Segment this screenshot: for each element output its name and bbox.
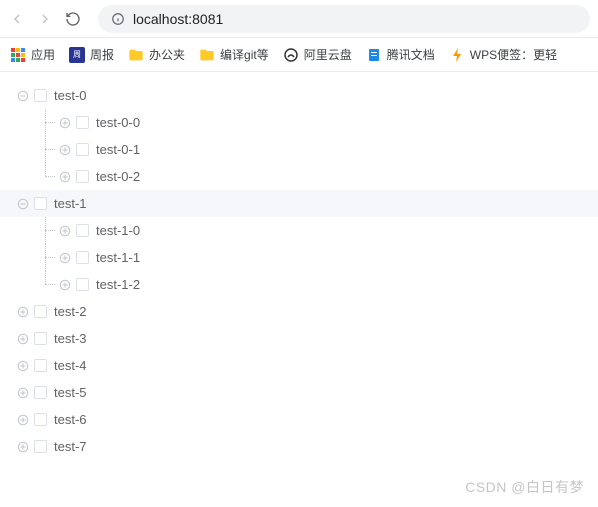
tree-children: test-0-0 test-0-1 test-0-2 bbox=[16, 109, 598, 190]
tree-line-icon bbox=[34, 109, 58, 136]
node-label[interactable]: test-4 bbox=[54, 358, 87, 373]
expand-icon[interactable] bbox=[16, 413, 30, 427]
node-label[interactable]: test-0-0 bbox=[96, 115, 140, 130]
tree-line-icon bbox=[34, 244, 58, 271]
checkbox[interactable] bbox=[76, 143, 89, 156]
arrow-right-icon bbox=[37, 11, 53, 27]
expand-icon[interactable] bbox=[58, 224, 72, 238]
folder-icon bbox=[128, 47, 144, 63]
expand-icon[interactable] bbox=[58, 143, 72, 157]
node-label[interactable]: test-0-1 bbox=[96, 142, 140, 157]
watermark: CSDN @白日有梦 bbox=[465, 477, 584, 497]
back-button[interactable] bbox=[8, 10, 26, 28]
node-label[interactable]: test-5 bbox=[54, 385, 87, 400]
checkbox[interactable] bbox=[34, 197, 47, 210]
bookmark-item[interactable]: 编译git等 bbox=[199, 46, 269, 63]
node-label[interactable]: test-2 bbox=[54, 304, 87, 319]
reload-button[interactable] bbox=[64, 10, 82, 28]
lightning-icon bbox=[449, 47, 465, 63]
tree-line-icon bbox=[34, 136, 58, 163]
checkbox[interactable] bbox=[34, 89, 47, 102]
url-bar[interactable]: localhost:8081 bbox=[98, 5, 590, 33]
folder-icon bbox=[199, 47, 215, 63]
site-icon: 周 bbox=[69, 47, 85, 63]
checkbox[interactable] bbox=[34, 386, 47, 399]
bookmark-label: 编译git等 bbox=[220, 46, 269, 63]
node-label[interactable]: test-1-2 bbox=[96, 277, 140, 292]
checkbox[interactable] bbox=[34, 305, 47, 318]
checkbox[interactable] bbox=[34, 413, 47, 426]
tree-line-icon bbox=[34, 217, 58, 244]
expand-icon[interactable] bbox=[16, 332, 30, 346]
node-label[interactable]: test-1-0 bbox=[96, 223, 140, 238]
site-info-icon[interactable] bbox=[110, 11, 125, 26]
tree-node[interactable]: test-7 bbox=[16, 433, 598, 460]
checkbox[interactable] bbox=[76, 116, 89, 129]
tree-node[interactable]: test-1-0 bbox=[34, 217, 598, 244]
expand-icon[interactable] bbox=[16, 305, 30, 319]
tree-node[interactable]: test-5 bbox=[16, 379, 598, 406]
apps-shortcut[interactable]: 应用 bbox=[10, 46, 55, 63]
tree-node[interactable]: test-0-0 bbox=[34, 109, 598, 136]
tree-node[interactable]: test-2 bbox=[16, 298, 598, 325]
node-label[interactable]: test-0 bbox=[54, 88, 87, 103]
bookmark-item[interactable]: 周周报 bbox=[69, 46, 114, 63]
checkbox[interactable] bbox=[34, 440, 47, 453]
tree-view: test-0 test-0-0 test-0-1 test-0-2 test-1 test… bbox=[0, 72, 598, 470]
tree-node[interactable]: test-3 bbox=[16, 325, 598, 352]
tree-line-icon bbox=[34, 163, 58, 190]
tree-node[interactable]: test-1 bbox=[0, 190, 598, 217]
expand-icon[interactable] bbox=[58, 278, 72, 292]
bookmark-item[interactable]: 办公夹 bbox=[128, 46, 185, 63]
site-icon bbox=[366, 47, 382, 63]
bookmark-item[interactable]: 阿里云盘 bbox=[283, 46, 352, 63]
reload-icon bbox=[65, 11, 81, 27]
tree-line-icon bbox=[34, 271, 58, 298]
expand-icon[interactable] bbox=[58, 251, 72, 265]
node-label[interactable]: test-6 bbox=[54, 412, 87, 427]
collapse-icon[interactable] bbox=[16, 89, 30, 103]
bookmark-label: WPS便签：更轻 bbox=[470, 46, 557, 63]
checkbox[interactable] bbox=[76, 251, 89, 264]
expand-icon[interactable] bbox=[58, 170, 72, 184]
forward-button[interactable] bbox=[36, 10, 54, 28]
bookmarks-bar: 应用 周周报 办公夹 编译git等 阿里云盘 腾讯文档 WPS便签：更轻 bbox=[0, 38, 598, 72]
node-label[interactable]: test-7 bbox=[54, 439, 87, 454]
tree-children: test-1-0 test-1-1 test-1-2 bbox=[16, 217, 598, 298]
checkbox[interactable] bbox=[34, 332, 47, 345]
node-label[interactable]: test-1 bbox=[54, 196, 87, 211]
browser-toolbar: localhost:8081 bbox=[0, 0, 598, 38]
checkbox[interactable] bbox=[34, 359, 47, 372]
tree-node[interactable]: test-6 bbox=[16, 406, 598, 433]
checkbox[interactable] bbox=[76, 224, 89, 237]
tree-node[interactable]: test-0 bbox=[16, 82, 598, 109]
apps-label: 应用 bbox=[31, 46, 55, 63]
bookmark-label: 阿里云盘 bbox=[304, 46, 352, 63]
node-label[interactable]: test-0-2 bbox=[96, 169, 140, 184]
bookmark-label: 腾讯文档 bbox=[387, 46, 435, 63]
tree-node[interactable]: test-0-1 bbox=[34, 136, 598, 163]
collapse-icon[interactable] bbox=[16, 197, 30, 211]
expand-icon[interactable] bbox=[16, 386, 30, 400]
checkbox[interactable] bbox=[76, 170, 89, 183]
bookmark-item[interactable]: 腾讯文档 bbox=[366, 46, 435, 63]
tree-node[interactable]: test-0-2 bbox=[34, 163, 598, 190]
tree-node[interactable]: test-1-2 bbox=[34, 271, 598, 298]
node-label[interactable]: test-3 bbox=[54, 331, 87, 346]
url-text: localhost:8081 bbox=[133, 11, 223, 27]
tree-node[interactable]: test-1-1 bbox=[34, 244, 598, 271]
expand-icon[interactable] bbox=[58, 116, 72, 130]
site-icon bbox=[283, 47, 299, 63]
apps-icon bbox=[10, 47, 26, 63]
checkbox[interactable] bbox=[76, 278, 89, 291]
arrow-left-icon bbox=[9, 11, 25, 27]
bookmark-label: 周报 bbox=[90, 46, 114, 63]
expand-icon[interactable] bbox=[16, 440, 30, 454]
bookmark-label: 办公夹 bbox=[149, 46, 185, 63]
expand-icon[interactable] bbox=[16, 359, 30, 373]
tree-node[interactable]: test-4 bbox=[16, 352, 598, 379]
node-label[interactable]: test-1-1 bbox=[96, 250, 140, 265]
bookmark-item[interactable]: WPS便签：更轻 bbox=[449, 46, 557, 63]
